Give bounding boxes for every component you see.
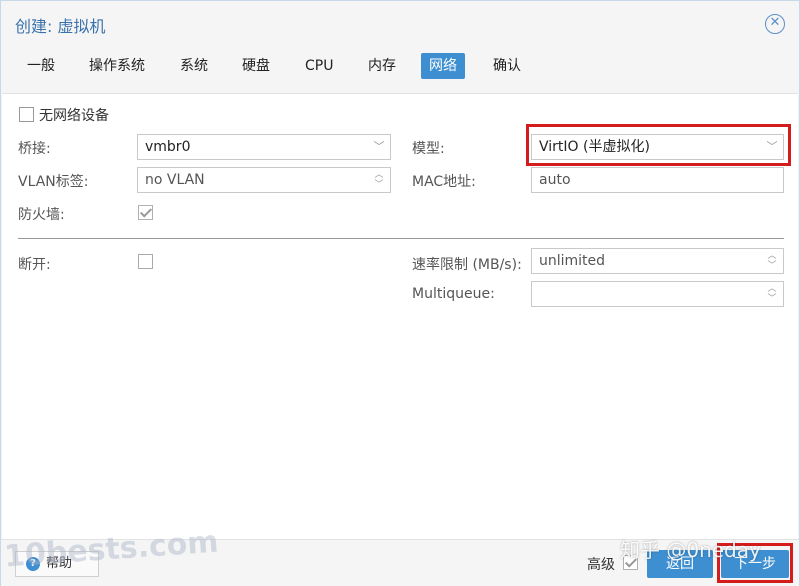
rate-limit-value: unlimited — [539, 253, 606, 269]
network-panel: 无网络设备 桥接: vmbr0 ﹀ VLAN标签: no VLAN ︿ ﹀ 防火墙… — [2, 93, 798, 539]
bridge-label: 桥接: — [18, 141, 51, 157]
mac-field[interactable]: auto — [531, 167, 784, 193]
spinner-icon[interactable]: ︿ ﹀ — [765, 284, 779, 304]
tab-general[interactable]: 一般 — [19, 53, 63, 79]
tab-disk[interactable]: 硬盘 — [234, 53, 278, 79]
vlan-label: VLAN标签: — [18, 174, 89, 190]
model-highlight-box — [526, 124, 791, 166]
chevron-down-icon[interactable]: ﹀ — [368, 135, 390, 159]
back-button[interactable]: 返回 — [647, 550, 713, 578]
spinner-icon[interactable]: ︿ ﹀ — [765, 251, 779, 271]
model-label: 模型: — [412, 141, 445, 157]
help-icon: ? — [26, 557, 40, 571]
mac-label: MAC地址: — [412, 174, 476, 190]
help-button-label: 帮助 — [46, 556, 73, 571]
rate-limit-label: 速率限制 (MB/s): — [412, 257, 522, 273]
multiqueue-field[interactable]: ︿ ﹀ — [531, 281, 784, 307]
tab-cpu[interactable]: CPU — [297, 53, 341, 79]
no-network-label: 无网络设备 — [39, 108, 109, 124]
tab-bar: 一般 操作系统 系统 硬盘 CPU 内存 网络 确认 — [1, 45, 799, 85]
spinner-icon[interactable]: ︿ ﹀ — [372, 170, 386, 190]
dialog-titlebar: 创建: 虚拟机 ✕ — [1, 1, 799, 45]
vlan-field[interactable]: no VLAN ︿ ﹀ — [137, 167, 391, 193]
advanced-checkbox[interactable] — [623, 555, 638, 570]
disconnect-checkbox[interactable] — [138, 254, 153, 269]
create-vm-dialog: 创建: 虚拟机 ✕ 一般 操作系统 系统 硬盘 CPU 内存 网络 确认 无网络… — [0, 0, 800, 586]
dialog-title: 创建: 虚拟机 — [15, 17, 106, 36]
tab-confirm[interactable]: 确认 — [485, 53, 529, 79]
tab-system[interactable]: 系统 — [172, 53, 216, 79]
help-button[interactable]: ? 帮助 — [15, 551, 99, 577]
next-highlight-box — [717, 543, 793, 583]
vlan-value: no VLAN — [145, 172, 205, 188]
firewall-label: 防火墙: — [18, 207, 65, 223]
bridge-value: vmbr0 — [145, 139, 191, 155]
tab-network[interactable]: 网络 — [421, 53, 465, 79]
dialog-footer: ? 帮助 高级 返回 下一步 — [1, 539, 799, 586]
tab-os[interactable]: 操作系统 — [81, 53, 153, 79]
disconnect-label: 断开: — [18, 257, 51, 273]
close-icon[interactable]: ✕ — [765, 14, 785, 34]
mac-value: auto — [539, 172, 571, 188]
advanced-label: 高级 — [587, 557, 615, 573]
firewall-checkbox[interactable] — [138, 205, 153, 220]
tab-memory[interactable]: 内存 — [360, 53, 404, 79]
bridge-combo[interactable]: vmbr0 ﹀ — [137, 134, 391, 160]
no-network-checkbox[interactable] — [19, 107, 34, 122]
multiqueue-label: Multiqueue: — [412, 286, 495, 302]
section-divider — [18, 238, 784, 239]
rate-limit-field[interactable]: unlimited ︿ ﹀ — [531, 248, 784, 274]
